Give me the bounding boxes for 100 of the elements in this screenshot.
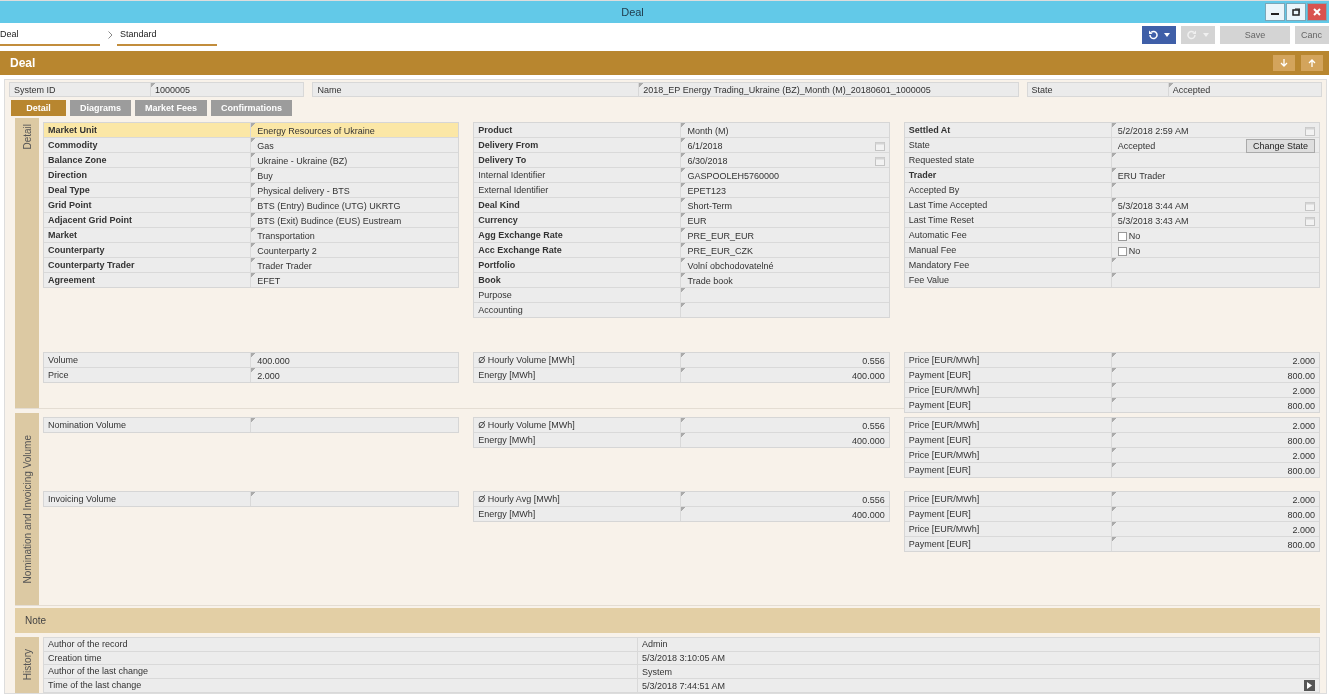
form-row[interactable]: Portfolio Volní obchodovatelné [474, 258, 889, 273]
form-row[interactable]: Deal Type Physical delivery - BTS [44, 183, 459, 198]
field-label: Name [313, 83, 640, 96]
field-label: Mandatory Fee [904, 258, 1112, 272]
field-label: Price [EUR/MWh] [904, 522, 1112, 536]
field-label: Product [474, 123, 682, 137]
field-label: Agreement [44, 273, 252, 287]
form-row[interactable]: Manual Fee No [904, 243, 1319, 258]
calendar-icon [1305, 126, 1315, 136]
move-down-button[interactable] [1273, 55, 1295, 71]
field-label: Market [44, 228, 252, 242]
form-row[interactable]: Trader ERU Trader [904, 168, 1319, 183]
restore-button[interactable] [1286, 3, 1306, 21]
window-title: Deal [620, 6, 645, 18]
field-label: Price [EUR/MWh] [904, 383, 1112, 397]
section-label: Detail [21, 123, 33, 150]
field-value: Accepted [1117, 141, 1156, 151]
form-row[interactable]: Purpose [474, 288, 889, 303]
chevron-icon [108, 31, 113, 39]
field-label: Manual Fee [904, 243, 1112, 257]
checkbox[interactable] [1117, 246, 1127, 256]
field-label: Accepted By [904, 183, 1112, 197]
minimize-button[interactable] [1265, 3, 1285, 21]
field-label: State [904, 138, 1112, 152]
form-row[interactable]: Accepted By [904, 183, 1319, 198]
field-label: Volume [44, 353, 252, 367]
breadcrumb-item[interactable]: Deal [0, 24, 100, 46]
field-label: Last Time Reset [904, 213, 1112, 227]
field-label: Requested state [904, 153, 1112, 167]
field-label: Energy [MWh] [474, 433, 682, 447]
field-label: State [1027, 83, 1169, 96]
form-row[interactable]: State Accepted Change State [904, 138, 1319, 153]
field-label: Price [EUR/MWh] [904, 353, 1112, 367]
expand-button[interactable] [1304, 680, 1315, 691]
form-row[interactable]: External Identifier EPET123 [474, 183, 889, 198]
form-row[interactable]: Book Trade book [474, 273, 889, 288]
form-row[interactable]: Last Time Reset 5/3/2018 3:43 AM [904, 213, 1319, 228]
field-label: Trader [904, 168, 1112, 182]
close-icon [1313, 8, 1321, 16]
form-row[interactable]: Agg Exchange Rate PRE_EUR_EUR [474, 228, 889, 243]
form-row[interactable]: Delivery To 6/30/2018 [474, 153, 889, 168]
form-row[interactable]: Settled At 5/2/2018 2:59 AM [904, 123, 1319, 138]
form-row[interactable]: Market Transportation [44, 228, 459, 243]
form-row[interactable]: Currency EUR [474, 213, 889, 228]
field-label: Author of the last change [44, 665, 638, 678]
undo-button[interactable] [1142, 26, 1176, 44]
field-label: Purpose [474, 288, 682, 302]
close-button[interactable] [1307, 3, 1327, 21]
field-label: Agg Exchange Rate [474, 228, 682, 242]
move-up-button[interactable] [1301, 55, 1323, 71]
form-row[interactable]: Product Month (M) [474, 123, 889, 138]
form-row[interactable]: Delivery From 6/1/2018 [474, 138, 889, 153]
form-row[interactable]: Automatic Fee No [904, 228, 1319, 243]
field-label: Last Time Accepted [904, 198, 1112, 212]
form-row[interactable]: Market Unit Energy Resources of Ukraine [44, 123, 459, 138]
form-row[interactable]: Grid Point BTS (Entry) Budince (UTG) UKRTG [44, 198, 459, 213]
change-state-button[interactable]: Change State [1245, 139, 1315, 153]
field-label: Ø Hourly Volume [MWh] [474, 353, 682, 367]
form-row[interactable]: Internal Identifier GASPOOLEH5760000 [474, 168, 889, 183]
form-row[interactable]: Direction Buy [44, 168, 459, 183]
form-row[interactable]: Balance Zone Ukraine - Ukraine (BZ) [44, 153, 459, 168]
checkbox[interactable] [1117, 231, 1127, 241]
field-label: Payment [EUR] [904, 507, 1112, 521]
field-label: Creation time [44, 651, 638, 665]
field-label: Nomination Volume [44, 418, 252, 432]
field-label: Balance Zone [44, 153, 252, 167]
breadcrumb-item[interactable]: Standard [117, 24, 217, 46]
field-label: Portfolio [474, 258, 682, 272]
field-label: Price [EUR/MWh] [904, 492, 1112, 506]
field-label: Internal Identifier [474, 168, 682, 182]
form-row[interactable]: Counterparty Counterparty 2 [44, 243, 459, 258]
section-title: Note [25, 615, 47, 627]
section-title: Deal [10, 56, 37, 70]
form-row[interactable]: Adjacent Grid Point BTS (Exit) Budince (EUS) Eustream [44, 213, 459, 228]
form-row[interactable]: Counterparty Trader Trader Trader [44, 258, 459, 273]
restore-icon [1292, 8, 1300, 16]
field-label: Payment [EUR] [904, 398, 1112, 412]
field-label: System ID [10, 83, 152, 96]
field-label: Currency [474, 213, 682, 227]
field-label: Fee Value [904, 273, 1112, 287]
form-row[interactable]: Acc Exchange Rate PRE_EUR_CZK [474, 243, 889, 258]
form-row[interactable]: Deal Kind Short-Term [474, 198, 889, 213]
redo-icon [1187, 30, 1197, 40]
checkbox-label: No [1128, 231, 1141, 241]
form-row[interactable]: Commodity Gas [44, 138, 459, 153]
field-value: 5/3/2018 3:10:05 AM [642, 653, 726, 663]
field-label: Price [EUR/MWh] [904, 418, 1112, 432]
form-row[interactable]: Requested state [904, 153, 1319, 168]
field-label: Automatic Fee [904, 228, 1112, 242]
form-row[interactable]: Mandatory Fee [904, 258, 1319, 273]
section-label: History [21, 649, 33, 681]
field-label: External Identifier [474, 183, 682, 197]
field-label: Energy [MWh] [474, 507, 682, 521]
field-label: Author of the record [44, 638, 638, 651]
checkbox-label: No [1128, 246, 1141, 256]
field-label: Settled At [904, 123, 1112, 137]
undo-icon [1148, 30, 1158, 40]
calendar-icon [1305, 216, 1315, 226]
field-label: Payment [EUR] [904, 433, 1112, 447]
form-row[interactable]: Last Time Accepted 5/3/2018 3:44 AM [904, 198, 1319, 213]
